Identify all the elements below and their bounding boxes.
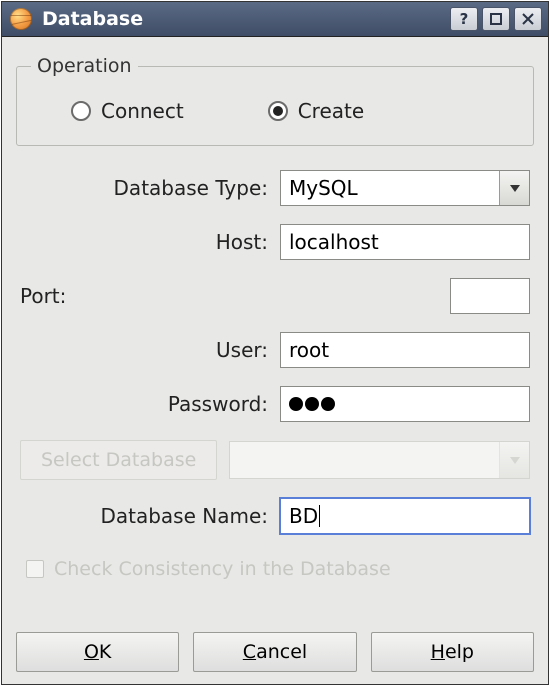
- checkbox-icon: [26, 560, 44, 578]
- host-label: Host:: [20, 230, 270, 254]
- radio-create-label: Create: [298, 99, 364, 123]
- radio-create[interactable]: Create: [268, 99, 364, 123]
- host-input[interactable]: localhost: [280, 224, 530, 260]
- maximize-icon[interactable]: [482, 7, 510, 31]
- password-input[interactable]: [280, 386, 530, 422]
- select-database-button: Select Database: [20, 440, 217, 480]
- chevron-down-icon: [499, 442, 529, 478]
- radio-icon: [71, 101, 91, 121]
- user-input[interactable]: root: [280, 332, 530, 368]
- password-mask-icon: [289, 397, 335, 411]
- cancel-button[interactable]: Cancel: [193, 632, 356, 672]
- button-bar: OK Cancel Help: [16, 618, 534, 672]
- operation-legend: Operation: [31, 55, 138, 77]
- db-type-combo[interactable]: MySQL: [280, 170, 530, 206]
- db-name-value: BD: [289, 504, 318, 528]
- db-type-label: Database Type:: [20, 176, 270, 200]
- titlebar[interactable]: Database ?: [2, 2, 548, 37]
- radio-connect-label: Connect: [101, 99, 184, 123]
- host-value: localhost: [289, 230, 379, 254]
- help-button[interactable]: Help: [371, 632, 534, 672]
- radio-icon: [268, 101, 288, 121]
- db-type-value: MySQL: [289, 176, 358, 200]
- ok-button[interactable]: OK: [16, 632, 179, 672]
- help-icon[interactable]: ?: [450, 7, 478, 31]
- check-consistency-label: Check Consistency in the Database: [54, 558, 391, 580]
- text-cursor: [319, 505, 320, 527]
- chevron-down-icon[interactable]: [499, 171, 529, 205]
- user-value: root: [289, 338, 329, 362]
- dialog-window: Database ? Operation Connect Create: [1, 1, 549, 685]
- app-icon: [10, 8, 32, 30]
- port-label: Port:: [20, 284, 68, 308]
- db-name-input[interactable]: BD: [280, 498, 530, 534]
- window-controls: ?: [450, 7, 542, 31]
- form-grid: Database Type: MySQL Host: localhost Por…: [20, 170, 530, 580]
- window-title: Database: [42, 8, 450, 30]
- db-name-label: Database Name:: [20, 504, 270, 528]
- close-icon[interactable]: [514, 7, 542, 31]
- radio-connect[interactable]: Connect: [71, 99, 184, 123]
- port-input[interactable]: [450, 278, 530, 314]
- password-label: Password:: [20, 392, 270, 416]
- operation-group: Operation Connect Create: [16, 55, 534, 146]
- dialog-body: Operation Connect Create Database Type: …: [2, 37, 548, 684]
- user-label: User:: [20, 338, 270, 362]
- database-list-combo: [229, 441, 530, 479]
- check-consistency-checkbox: Check Consistency in the Database: [20, 558, 530, 580]
